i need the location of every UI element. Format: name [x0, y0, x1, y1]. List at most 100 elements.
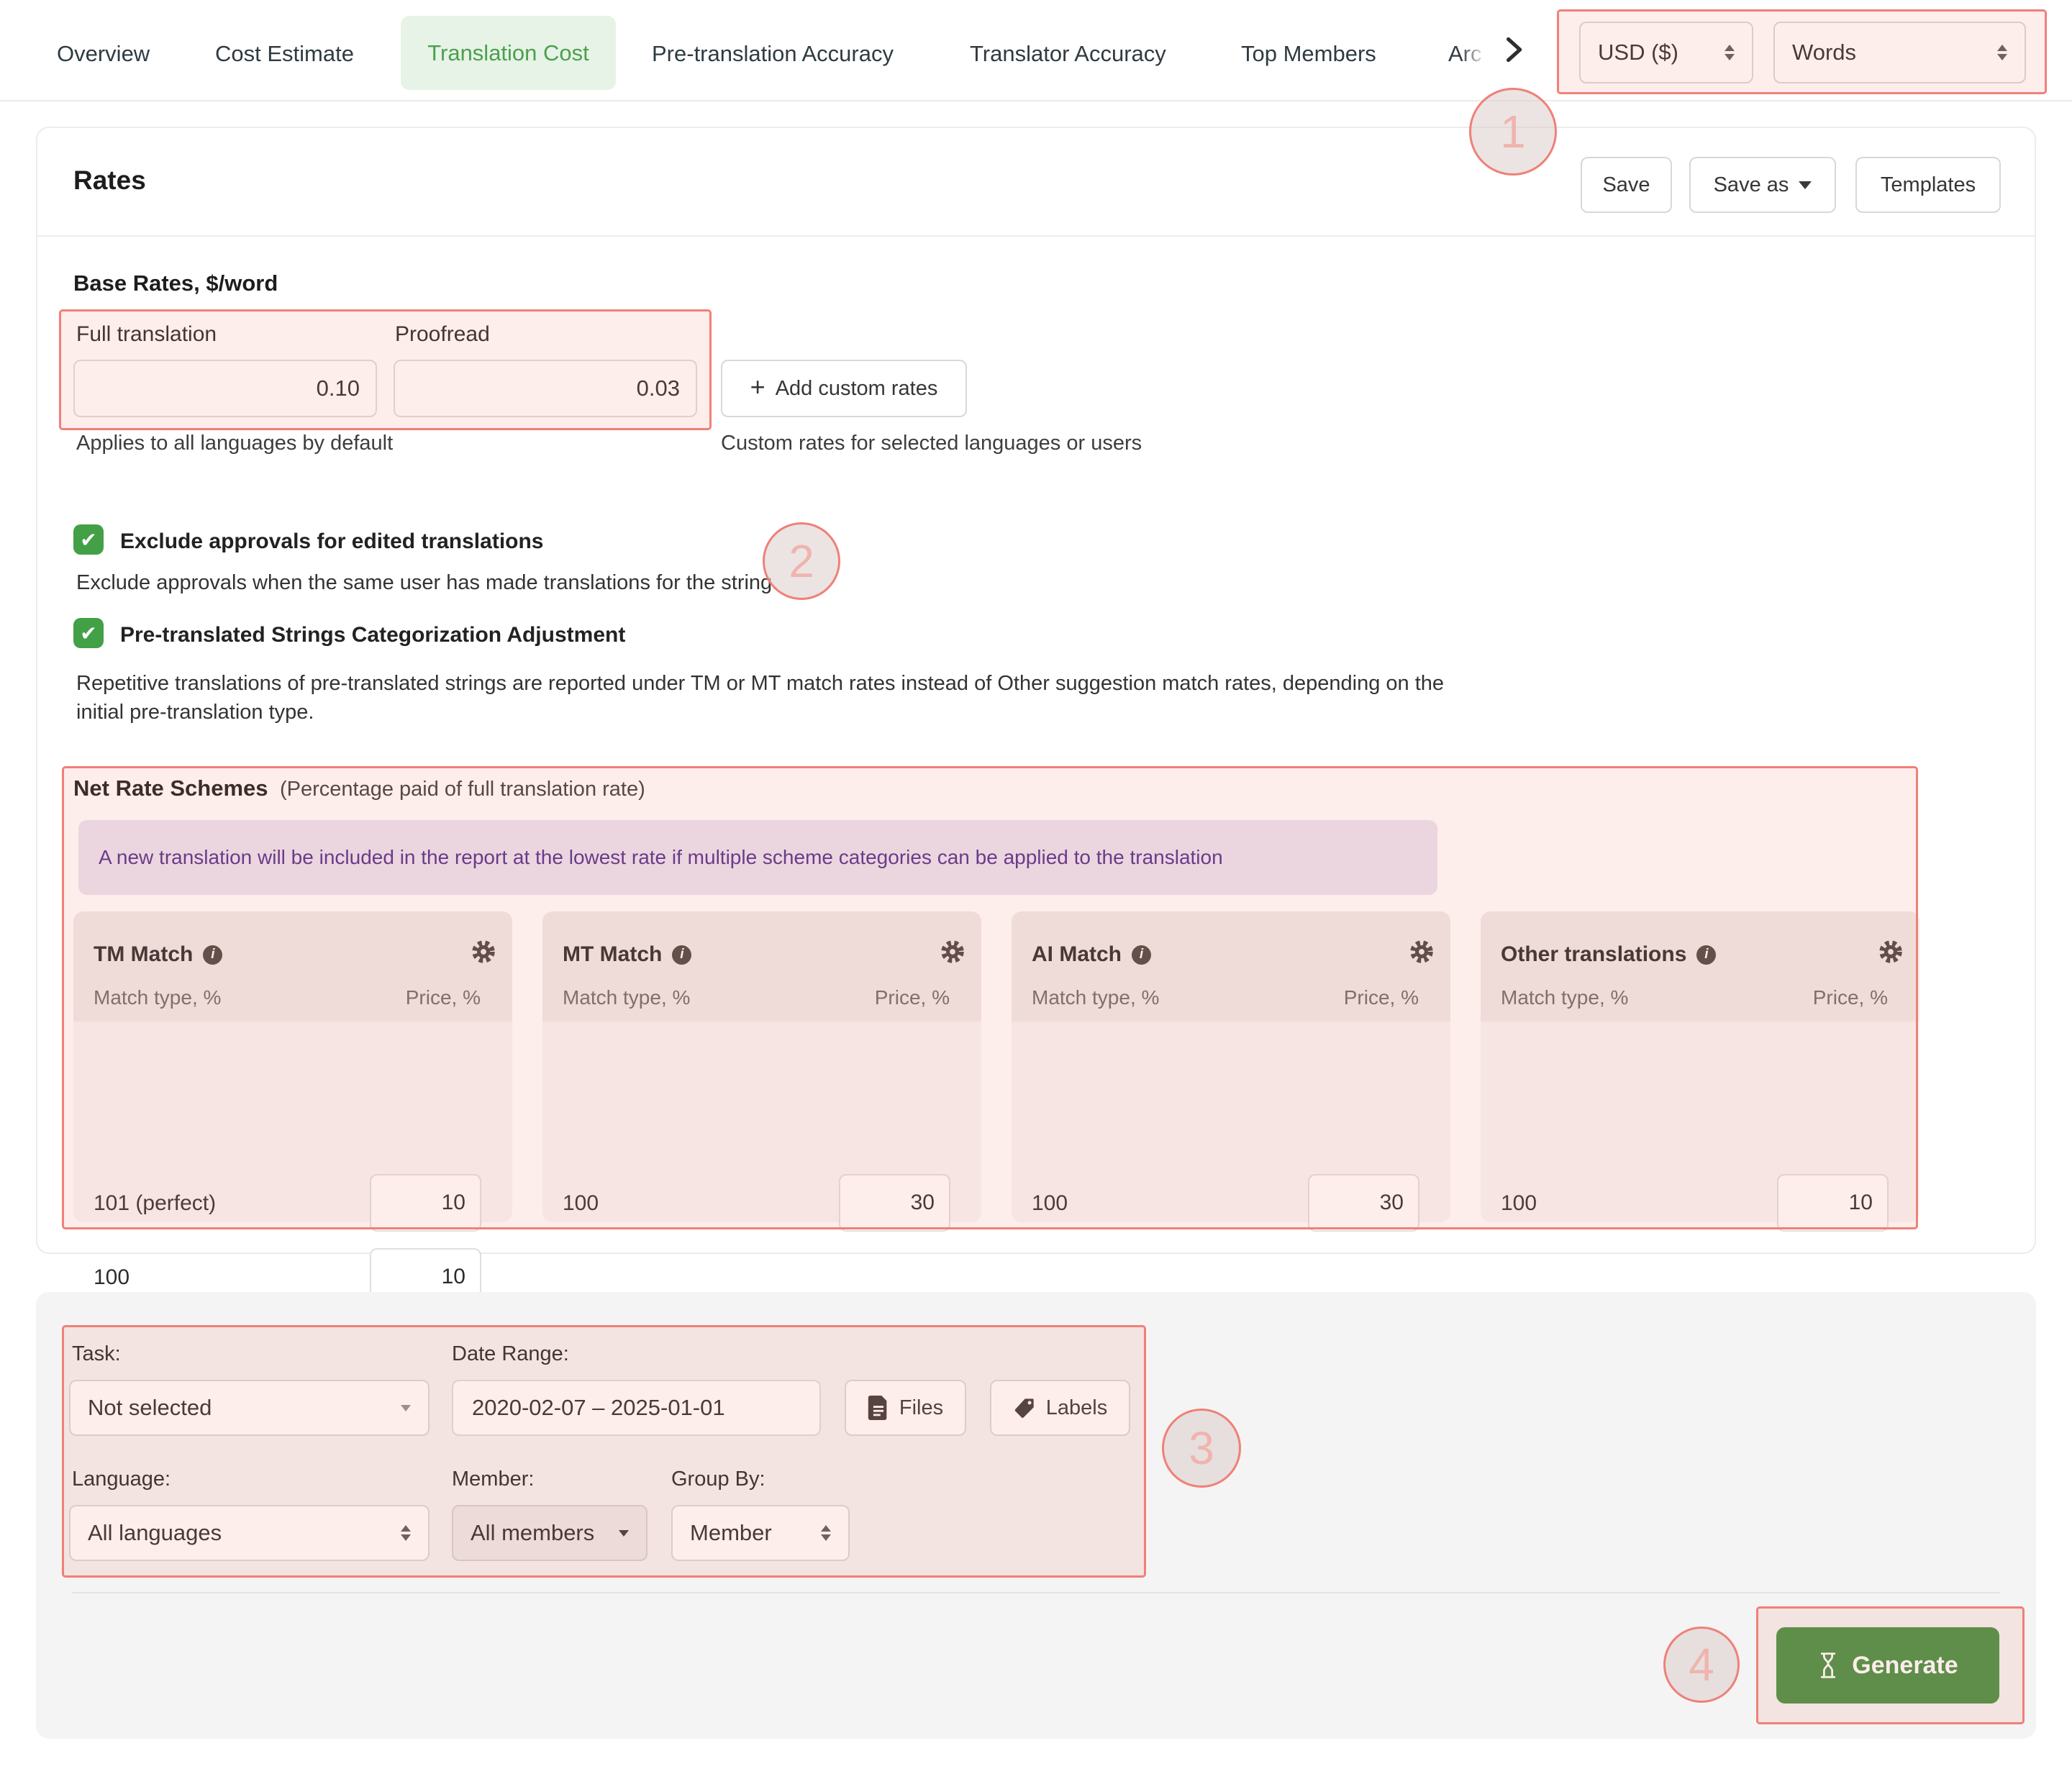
task-caret-icon [401, 1404, 411, 1411]
rates-card: Rates Save Save as Templates Base Rates,… [36, 127, 2036, 1306]
hourglass-icon [1817, 1651, 1839, 1680]
generate-label: Generate [1852, 1651, 1958, 1679]
exclude-approvals-description: Exclude approvals when the same user has… [76, 571, 778, 594]
currency-select-value: USD ($) [1598, 40, 1678, 65]
info-icon[interactable]: i [1696, 945, 1717, 965]
lowest-rate-banner: A new translation will be included in th… [78, 820, 1437, 895]
tm-row1-price-input[interactable]: 10 [370, 1174, 481, 1232]
tm-row2-match: 100 [94, 1265, 130, 1289]
reports-page: Overview Cost Estimate Translation Cost … [0, 0, 2072, 1774]
date-range-label: Date Range: [452, 1342, 569, 1365]
mt-match-title: MT Match [563, 942, 663, 966]
generate-button[interactable]: Generate [1776, 1627, 1999, 1704]
currency-select[interactable]: USD ($) [1579, 22, 1753, 83]
info-icon[interactable]: i [1132, 945, 1152, 965]
base-rates-left-caption: Applies to all languages by default [76, 432, 394, 455]
info-icon[interactable]: i [672, 945, 692, 965]
other-row1-match: 100 [1501, 1191, 1537, 1215]
tm-match-title: TM Match [94, 942, 194, 966]
info-icon[interactable]: i [203, 945, 223, 965]
mt-row1-price-input[interactable]: 30 [839, 1174, 950, 1232]
group-by-select-value: Member [690, 1520, 772, 1545]
base-rates-heading: Base Rates, $/word [73, 270, 278, 296]
language-select[interactable]: All languages [69, 1505, 430, 1561]
card-header-divider [37, 235, 2035, 237]
proofread-input[interactable]: 0.03 [394, 360, 697, 417]
proofread-label: Proofread [395, 322, 490, 346]
labels-label: Labels [1045, 1396, 1108, 1419]
check-icon: ✔ [80, 528, 97, 551]
full-translation-label: Full translation [76, 322, 217, 346]
gear-icon[interactable] [1409, 939, 1435, 970]
add-custom-rates-button[interactable]: + Add custom rates [721, 360, 967, 417]
net-rate-schemes-subtitle: (Percentage paid of full translation rat… [279, 778, 645, 801]
group-by-updown-icon [821, 1525, 831, 1541]
member-caret-icon [619, 1529, 629, 1537]
price-column: Price, % [1343, 986, 1419, 1009]
ai-row1-price-input[interactable]: 30 [1308, 1174, 1419, 1232]
mt-match-card: MT Match i Match type, % Price, % 100 30 [542, 911, 981, 1232]
files-label: Files [899, 1396, 944, 1419]
units-select[interactable]: Words [1773, 22, 2026, 83]
tab-top-members[interactable]: Top Members [1241, 41, 1376, 67]
group-by-label: Group By: [671, 1468, 765, 1491]
ai-match-card: AI Match i Match type, % Price, % 100 30 [1012, 911, 1450, 1232]
rates-title: Rates [73, 165, 146, 195]
language-select-value: All languages [88, 1520, 222, 1545]
mt-match-card-header: MT Match i Match type, % Price, % [542, 911, 981, 1022]
gear-icon[interactable] [1878, 939, 1904, 970]
tab-overview[interactable]: Overview [57, 41, 150, 67]
save-as-caret-icon [1799, 181, 1812, 189]
plus-icon: + [750, 372, 765, 401]
tab-translation-cost[interactable]: Translation Cost [401, 16, 616, 90]
group-by-select[interactable]: Member [671, 1505, 850, 1561]
tag-icon [1013, 1396, 1036, 1419]
tm-row1-price: 10 [441, 1191, 465, 1214]
price-column: Price, % [874, 986, 950, 1009]
currency-updown-icon [1725, 45, 1735, 60]
save-as-button[interactable]: Save as [1689, 157, 1836, 213]
tm-row1-match: 101 (perfect) [94, 1191, 217, 1215]
other-row1-price-input[interactable]: 10 [1777, 1174, 1889, 1232]
net-rate-schemes-heading: Net Rate Schemes (Percentage paid of ful… [73, 775, 645, 801]
labels-button[interactable]: Labels [990, 1380, 1130, 1436]
gear-icon[interactable] [471, 939, 496, 970]
task-select-value: Not selected [88, 1395, 212, 1420]
ai-match-card-header: AI Match i Match type, % Price, % [1012, 911, 1450, 1022]
proofread-value: 0.03 [636, 376, 680, 401]
net-rate-schemes-title: Net Rate Schemes [73, 775, 268, 801]
save-as-label: Save as [1713, 173, 1789, 196]
add-custom-rates-label: Add custom rates [775, 376, 938, 400]
task-select[interactable]: Not selected [69, 1380, 430, 1436]
check-icon: ✔ [80, 622, 97, 645]
tab-pre-translation-accuracy[interactable]: Pre-translation Accuracy [652, 41, 894, 67]
tab-bar: Overview Cost Estimate Translation Cost … [0, 0, 2072, 101]
match-type-column: Match type, % [1501, 986, 1629, 1009]
save-button[interactable]: Save [1581, 157, 1672, 213]
member-select[interactable]: All members [452, 1505, 648, 1561]
tabs-overflow-chevron-icon[interactable] [1498, 35, 1528, 68]
price-column: Price, % [405, 986, 481, 1009]
date-range-input[interactable]: 2020-02-07 – 2025-01-01 [452, 1380, 821, 1436]
language-label: Language: [72, 1468, 171, 1491]
gear-icon[interactable] [940, 939, 965, 970]
exclude-approvals-checkbox[interactable]: ✔ [73, 524, 104, 555]
task-label: Task: [72, 1342, 121, 1365]
ai-match-title: AI Match [1032, 942, 1122, 966]
pretranslated-adjustment-checkbox[interactable]: ✔ [73, 618, 104, 648]
tab-cost-estimate[interactable]: Cost Estimate [215, 41, 354, 67]
tm-row2-price: 10 [441, 1265, 465, 1288]
member-label: Member: [452, 1468, 535, 1491]
tab-translator-accuracy[interactable]: Translator Accuracy [970, 41, 1166, 67]
full-translation-input[interactable]: 0.10 [73, 360, 377, 417]
other-translations-card-header: Other translations i Match type, % Price… [1481, 911, 1919, 1022]
mt-row1-price: 30 [910, 1191, 935, 1214]
pretranslated-adjustment-label: Pre-translated Strings Categorization Ad… [120, 623, 626, 647]
mt-row1-match: 100 [563, 1191, 599, 1215]
base-rates-right-caption: Custom rates for selected languages or u… [721, 432, 1142, 455]
tab-fade [1460, 36, 1491, 73]
templates-button[interactable]: Templates [1855, 157, 2001, 213]
ai-row1-price: 30 [1379, 1191, 1404, 1214]
files-button[interactable]: Files [845, 1380, 966, 1436]
units-updown-icon [1997, 45, 2007, 60]
